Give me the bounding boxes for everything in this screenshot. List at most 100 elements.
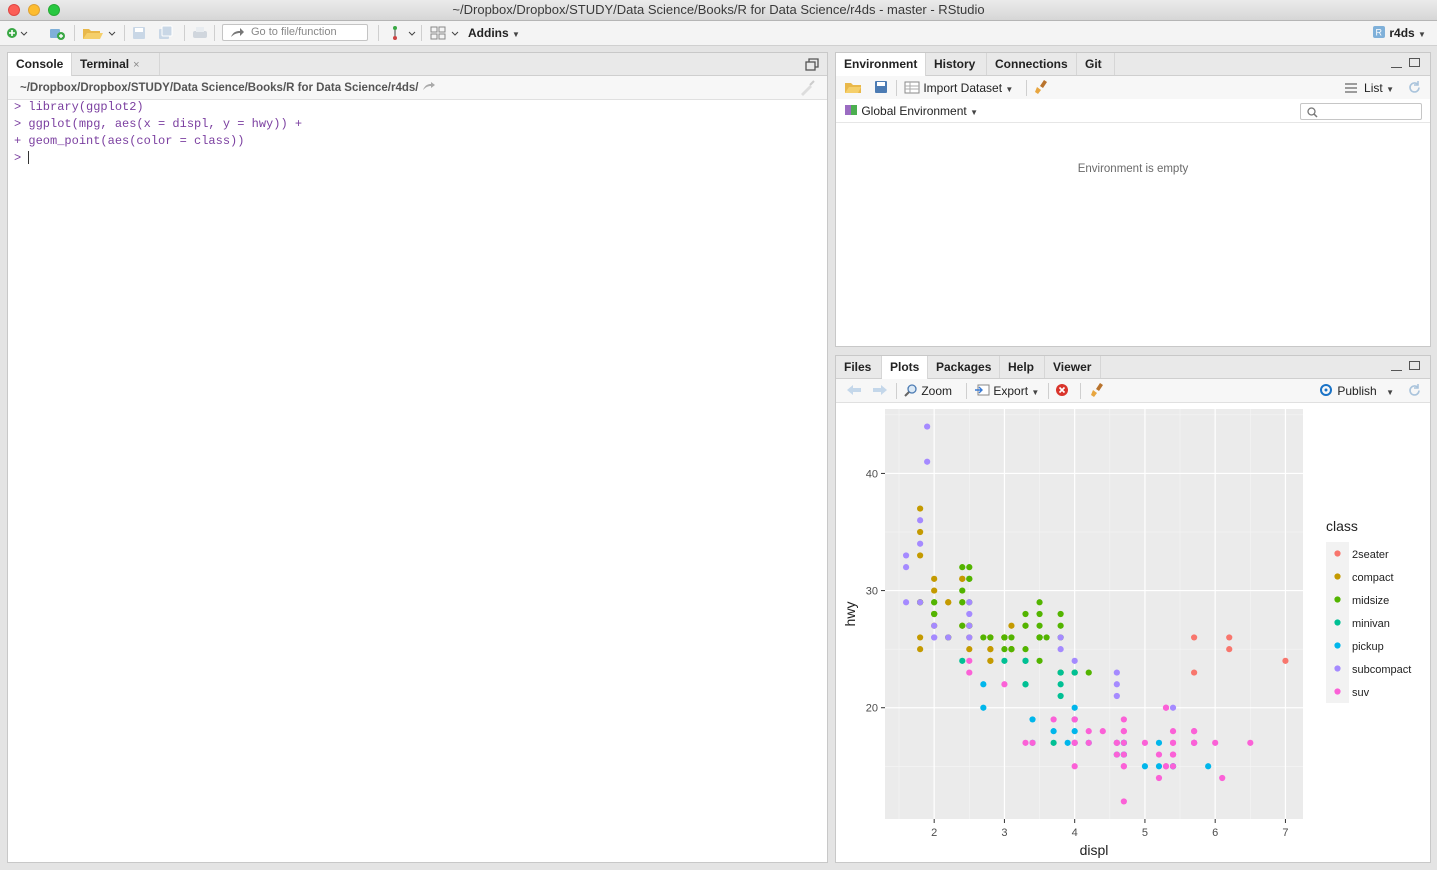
tab-plots[interactable]: Plots — [882, 356, 928, 379]
vcs-icon[interactable] — [387, 25, 417, 41]
chevron-down-icon: ▼ — [1031, 388, 1040, 397]
data-point-compact — [917, 552, 924, 559]
data-point-compact — [987, 657, 994, 664]
data-point-suv — [1071, 739, 1078, 746]
data-point-subcompact — [917, 540, 924, 547]
data-point-suv — [1120, 751, 1127, 758]
tab-help[interactable]: Help — [1000, 356, 1045, 378]
chevron-down-icon: ▼ — [512, 30, 520, 39]
maximize-pane-icon[interactable] — [1409, 58, 1420, 67]
tab-packages-label: Packages — [936, 360, 992, 374]
workspace-panes-icon[interactable] — [430, 25, 460, 41]
save-icon[interactable] — [132, 25, 146, 41]
data-point-minivan — [1022, 657, 1029, 664]
export-menu[interactable]: Export ▼ — [974, 383, 1039, 401]
zoom-button[interactable]: Zoom — [904, 383, 952, 399]
data-point-minivan — [1057, 692, 1064, 700]
import-dataset-menu[interactable]: Import Dataset ▼ — [904, 80, 1013, 98]
data-point-suv — [1212, 739, 1219, 746]
x-tick-label: 7 — [1282, 827, 1288, 839]
refresh-icon[interactable] — [1407, 80, 1422, 95]
remove-plot-icon[interactable] — [1055, 383, 1069, 397]
tab-viewer[interactable]: Viewer — [1045, 356, 1101, 378]
list-icon — [1344, 83, 1357, 93]
save-workspace-icon[interactable] — [874, 80, 888, 94]
minimize-pane-icon[interactable] — [1391, 65, 1402, 68]
load-workspace-icon[interactable] — [844, 80, 862, 94]
import-dataset-label: Import Dataset — [923, 81, 1003, 95]
print-icon[interactable] — [192, 25, 208, 41]
data-point-minivan — [1057, 681, 1064, 688]
legend-key-minivan — [1334, 619, 1341, 626]
data-point-pickup — [980, 704, 987, 711]
maximize-pane-icon[interactable] — [1409, 361, 1420, 370]
open-file-icon[interactable] — [82, 25, 118, 41]
tab-environment[interactable]: Environment — [836, 53, 926, 76]
publish-menu[interactable]: Publish ▼ — [1318, 383, 1394, 401]
console-input-line[interactable]: > — [14, 150, 302, 167]
window-close-button[interactable] — [8, 4, 20, 16]
data-point-midsize — [1001, 634, 1008, 641]
export-icon — [975, 384, 990, 396]
data-point-midsize — [987, 634, 994, 641]
environment-pane: Environment History Connections Git Impo… — [835, 52, 1431, 347]
data-point-suv — [1141, 739, 1149, 746]
console-working-directory: ~/Dropbox/Dropbox/STUDY/Data Science/Boo… — [20, 81, 436, 94]
data-point-suv — [1120, 728, 1127, 735]
tab-history[interactable]: History — [926, 53, 987, 75]
data-point-subcompact — [1057, 646, 1064, 653]
clear-console-icon[interactable] — [799, 80, 817, 96]
data-point-subcompact — [966, 622, 973, 629]
view-mode-menu[interactable]: List ▼ — [1344, 80, 1394, 98]
data-point-suv — [1120, 739, 1127, 746]
text-cursor — [28, 151, 30, 165]
x-tick-label: 2 — [931, 827, 937, 839]
data-point-midsize — [1036, 610, 1043, 618]
minimize-pane-icon[interactable] — [1391, 368, 1402, 371]
tab-connections[interactable]: Connections — [987, 53, 1077, 75]
environment-scope-menu[interactable]: Global Environment ▼ — [844, 103, 978, 121]
table-icon — [904, 81, 920, 94]
save-all-icon[interactable] — [158, 25, 174, 41]
data-point-suv — [1071, 763, 1078, 770]
environment-scope-label: Global Environment — [861, 104, 967, 118]
window-maximize-button[interactable] — [48, 4, 60, 16]
window-minimize-button[interactable] — [28, 4, 40, 16]
environment-search-input[interactable] — [1300, 103, 1422, 120]
broom-icon[interactable] — [1090, 382, 1106, 398]
data-point-compact — [1008, 622, 1015, 629]
data-point-subcompact — [917, 599, 924, 606]
new-project-icon[interactable] — [48, 25, 68, 41]
legend-label: pickup — [1352, 641, 1384, 653]
tab-git[interactable]: Git — [1077, 53, 1115, 75]
go-to-directory-icon[interactable] — [422, 81, 436, 91]
broom-icon[interactable] — [1034, 79, 1050, 95]
window-titlebar: ~/Dropbox/Dropbox/STUDY/Data Science/Boo… — [0, 0, 1437, 21]
plot-panel-background — [885, 409, 1303, 819]
close-icon[interactable]: × — [133, 59, 139, 71]
data-point-suv — [1155, 774, 1163, 782]
addins-menu[interactable]: Addins ▼ — [468, 25, 520, 41]
refresh-icon[interactable] — [1407, 383, 1422, 398]
console-output[interactable]: > library(ggplot2) > ggplot(mpg, aes(x =… — [14, 99, 302, 167]
data-point-2seater — [1226, 634, 1233, 641]
tab-packages[interactable]: Packages — [928, 356, 1000, 378]
data-point-subcompact — [924, 423, 931, 430]
data-point-2seater — [1191, 669, 1198, 676]
project-menu[interactable]: R r4ds ▼ — [1372, 25, 1426, 41]
data-point-compact — [945, 599, 952, 606]
arrow-left-icon[interactable] — [846, 384, 862, 396]
data-point-subcompact — [1113, 692, 1120, 700]
goto-file-input[interactable]: Go to file/function — [222, 24, 368, 41]
tab-terminal[interactable]: Terminal × — [72, 53, 160, 75]
y-tick-label: 40 — [866, 468, 878, 480]
arrow-right-icon[interactable] — [872, 384, 888, 396]
data-point-suv — [1071, 716, 1078, 723]
restore-pane-icon[interactable] — [805, 58, 819, 71]
new-file-icon[interactable] — [6, 25, 28, 41]
tab-console[interactable]: Console — [8, 53, 72, 76]
tab-files[interactable]: Files — [836, 356, 882, 378]
data-point-subcompact — [966, 610, 973, 618]
chevron-down-icon: ▼ — [970, 108, 978, 117]
chevron-down-icon: ▼ — [1386, 388, 1394, 397]
